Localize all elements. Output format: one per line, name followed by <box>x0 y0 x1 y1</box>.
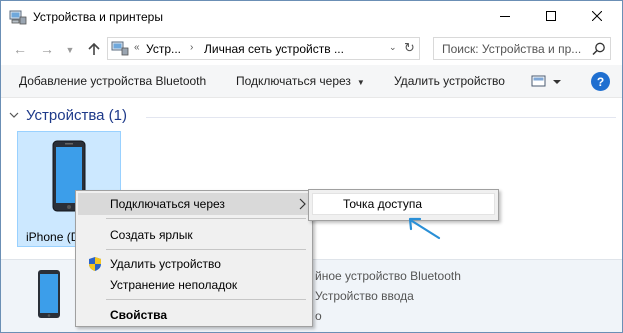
device-category-text: йное устройство Bluetooth <box>315 269 461 283</box>
view-icon <box>531 75 561 87</box>
search-placeholder: Поиск: Устройства и пр... <box>442 42 582 56</box>
maximize-button[interactable] <box>528 1 574 31</box>
menu-item-troubleshoot[interactable]: Устранение неполадок <box>78 274 310 296</box>
device-category-text: о <box>315 309 322 323</box>
devices-printers-icon <box>111 41 129 56</box>
menu-item-access-point[interactable]: Точка доступа <box>312 193 495 215</box>
close-icon <box>592 11 602 21</box>
annotation-arrow-icon <box>408 217 441 240</box>
connect-via-button[interactable]: Подключаться через ▼ <box>236 74 365 88</box>
group-title[interactable]: Устройства (1) <box>26 107 127 124</box>
menu-item-label: Подключаться через <box>110 197 225 211</box>
command-bar: Добавление устройства Bluetooth Подключа… <box>1 65 622 98</box>
minimize-button[interactable] <box>482 1 528 31</box>
device-label: iPhone (D <box>26 230 80 244</box>
breadcrumb-item[interactable]: Устр... <box>146 42 181 56</box>
menu-separator <box>106 249 306 250</box>
window-title: Устройства и принтеры <box>33 10 163 24</box>
devices-printers-window: Устройства и принтеры ← → ▼ « Устр... › <box>0 0 623 333</box>
back-button[interactable]: ← <box>11 40 29 58</box>
title-bar: Устройства и принтеры <box>1 1 622 33</box>
menu-item-connect-via[interactable]: Подключаться через <box>78 193 310 215</box>
menu-item-remove-device[interactable]: Удалить устройство <box>78 253 310 275</box>
group-divider <box>146 117 616 118</box>
breadcrumb-item[interactable]: Личная сеть устройств ... <box>204 42 344 56</box>
breadcrumb-chevron-icon[interactable]: › <box>190 42 193 53</box>
shield-icon <box>89 257 101 271</box>
menu-separator <box>106 218 306 219</box>
context-menu: Подключаться через Создать ярлык Удалить… <box>75 190 313 327</box>
menu-item-create-shortcut[interactable]: Создать ярлык <box>78 224 310 246</box>
address-bar[interactable]: « Устр... › Личная сеть устройств ... ⌄ … <box>107 37 420 60</box>
search-input[interactable]: Поиск: Устройства и пр... <box>433 37 611 60</box>
up-button[interactable] <box>85 40 103 58</box>
breadcrumb-chevron-icon[interactable]: « <box>134 42 140 53</box>
devices-printers-icon <box>9 10 27 25</box>
maximize-icon <box>546 11 556 21</box>
navigation-bar: ← → ▼ « Устр... › Личная сеть устройств … <box>1 33 622 65</box>
menu-item-label: Устранение неполадок <box>110 278 238 292</box>
device-category-text: Устройство ввода <box>315 289 414 303</box>
smartphone-icon <box>38 270 60 318</box>
caret-down-icon: ▼ <box>356 78 365 87</box>
menu-item-label: Удалить устройство <box>110 257 221 271</box>
change-view-button[interactable] <box>531 74 563 90</box>
menu-item-properties[interactable]: Свойства <box>78 304 310 326</box>
recent-locations-button[interactable]: ▼ <box>61 41 79 59</box>
remove-device-button[interactable]: Удалить устройство <box>394 74 505 88</box>
arrow-right-icon: → <box>40 41 54 57</box>
connect-via-submenu: Точка доступа <box>308 189 499 221</box>
help-button[interactable]: ? <box>591 72 610 91</box>
menu-item-label: Создать ярлык <box>110 228 193 242</box>
address-dropdown-icon[interactable]: ⌄ <box>389 42 397 53</box>
menu-separator <box>106 299 306 300</box>
menu-item-label: Точка доступа <box>343 197 423 211</box>
chevron-right-icon <box>299 198 306 210</box>
minimize-icon <box>500 16 510 17</box>
add-bluetooth-device-button[interactable]: Добавление устройства Bluetooth <box>19 74 206 88</box>
search-icon[interactable] <box>591 41 607 57</box>
connect-via-label: Подключаться через <box>236 74 351 88</box>
chevron-down-icon[interactable] <box>9 111 19 119</box>
arrow-up-icon <box>88 42 100 55</box>
forward-button[interactable]: → <box>38 40 56 58</box>
chevron-down-icon: ▼ <box>65 45 75 55</box>
menu-item-label: Свойства <box>110 308 168 322</box>
close-button[interactable] <box>574 1 620 31</box>
arrow-left-icon: ← <box>13 41 27 57</box>
refresh-icon[interactable]: ↻ <box>404 40 415 56</box>
help-icon: ? <box>596 74 605 89</box>
